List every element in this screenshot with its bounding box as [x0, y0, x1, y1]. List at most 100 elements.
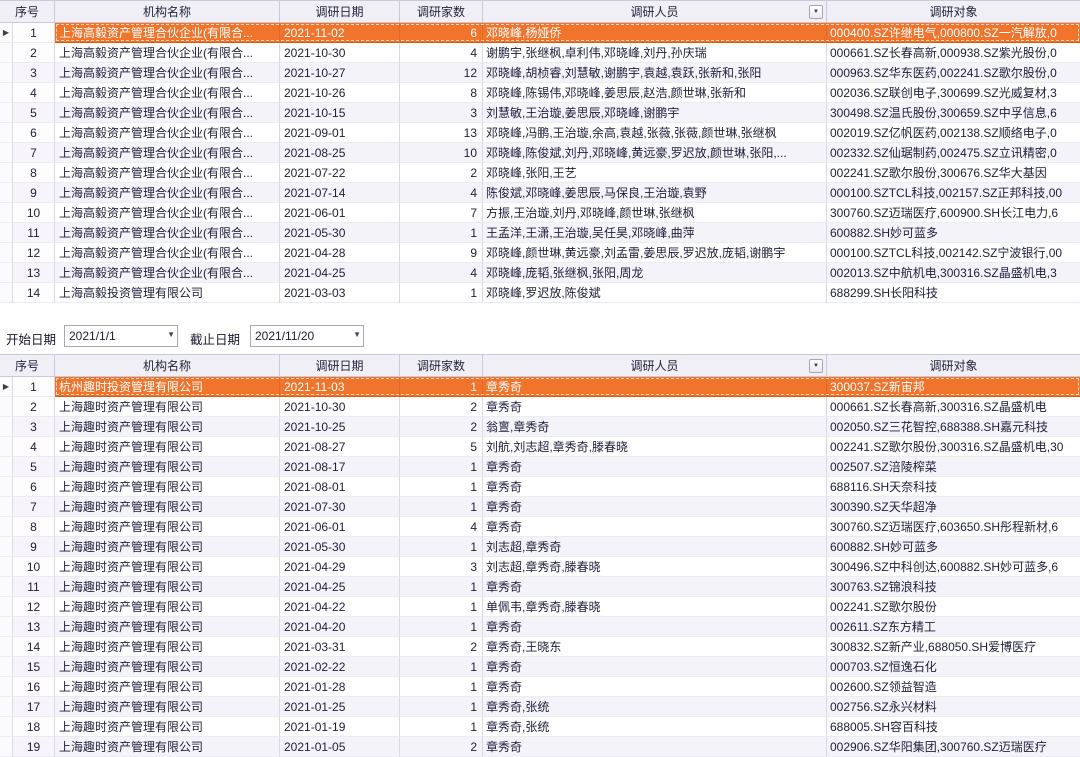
row-seq[interactable]: 18: [13, 717, 55, 737]
row-target[interactable]: 300760.SZ迈瑞医疗,603650.SH彤程新材,6: [827, 517, 1080, 537]
col-header-target[interactable]: 调研对象: [827, 355, 1080, 376]
col-header-people[interactable]: 调研人员 ▼: [483, 355, 827, 376]
row-org[interactable]: 上海高毅资产管理合伙企业(有限合...: [55, 143, 280, 163]
table-row[interactable]: 11 上海高毅资产管理合伙企业(有限合... 2021-05-30 1 王孟洋,王潇,王…: [0, 223, 1080, 243]
row-date[interactable]: 2021-09-01: [280, 123, 400, 143]
row-seq[interactable]: 12: [13, 597, 55, 617]
row-count[interactable]: 3: [400, 557, 483, 577]
table-row[interactable]: 4 上海高毅资产管理合伙企业(有限合... 2021-10-26 8 邓晓峰,陈锡伟,邓…: [0, 83, 1080, 103]
row-seq[interactable]: 13: [13, 617, 55, 637]
table-row[interactable]: ▶ 1 杭州趣时投资管理有限公司 2021-11-03 1 章秀奇 300037.SZ新宙邦: [0, 377, 1080, 397]
row-org[interactable]: 上海趣时资产管理有限公司: [55, 697, 280, 717]
row-target[interactable]: 300763.SZ锦浪科技: [827, 577, 1080, 597]
col-header-count[interactable]: 调研家数: [400, 1, 483, 22]
table-row[interactable]: 5 上海高毅资产管理合伙企业(有限合... 2021-10-15 3 刘慧敏,王治璇,姜…: [0, 103, 1080, 123]
row-count[interactable]: 6: [400, 23, 483, 43]
row-org[interactable]: 上海高毅资产管理合伙企业(有限合...: [55, 243, 280, 263]
row-seq[interactable]: 8: [13, 517, 55, 537]
row-count[interactable]: 1: [400, 717, 483, 737]
row-count[interactable]: 1: [400, 497, 483, 517]
row-seq[interactable]: 4: [13, 437, 55, 457]
row-org[interactable]: 上海趣时资产管理有限公司: [55, 717, 280, 737]
row-seq[interactable]: 2: [13, 397, 55, 417]
row-people[interactable]: 刘慧敏,王治璇,姜思辰,邓晓峰,谢鹏宇: [483, 103, 827, 123]
row-date[interactable]: 2021-01-05: [280, 737, 400, 757]
row-date[interactable]: 2021-10-30: [280, 43, 400, 63]
row-org[interactable]: 上海趣时资产管理有限公司: [55, 457, 280, 477]
col-header-seq[interactable]: 序号: [0, 355, 55, 376]
row-date[interactable]: 2021-07-30: [280, 497, 400, 517]
row-count[interactable]: 2: [400, 637, 483, 657]
table-row[interactable]: 3 上海高毅资产管理合伙企业(有限合... 2021-10-27 12 邓晓峰,胡桢睿,…: [0, 63, 1080, 83]
row-count[interactable]: 1: [400, 283, 483, 303]
row-date[interactable]: 2021-10-30: [280, 397, 400, 417]
row-count[interactable]: 13: [400, 123, 483, 143]
row-target[interactable]: 002906.SZ华阳集团,300760.SZ迈瑞医疗: [827, 737, 1080, 757]
row-count[interactable]: 8: [400, 83, 483, 103]
row-date[interactable]: 2021-01-19: [280, 717, 400, 737]
row-seq[interactable]: 3: [13, 417, 55, 437]
row-org[interactable]: 上海趣时资产管理有限公司: [55, 557, 280, 577]
row-date[interactable]: 2021-07-14: [280, 183, 400, 203]
row-org[interactable]: 上海高毅资产管理合伙企业(有限合...: [55, 23, 280, 43]
row-seq[interactable]: 17: [13, 697, 55, 717]
row-org[interactable]: 上海趣时资产管理有限公司: [55, 657, 280, 677]
row-date[interactable]: 2021-08-01: [280, 477, 400, 497]
row-target[interactable]: 300498.SZ温氏股份,300659.SZ中孚信息,6: [827, 103, 1080, 123]
row-seq[interactable]: 7: [13, 497, 55, 517]
row-count[interactable]: 1: [400, 617, 483, 637]
chevron-down-icon[interactable]: ▼: [167, 331, 175, 339]
row-org[interactable]: 上海趣时资产管理有限公司: [55, 517, 280, 537]
table-row[interactable]: 7 上海高毅资产管理合伙企业(有限合... 2021-08-25 10 邓晓峰,陈俊斌,…: [0, 143, 1080, 163]
row-seq[interactable]: 3: [13, 63, 55, 83]
table-row[interactable]: 5 上海趣时资产管理有限公司 2021-08-17 1 章秀奇 002507.SZ涪陵榨菜: [0, 457, 1080, 477]
row-seq[interactable]: 10: [13, 203, 55, 223]
row-org[interactable]: 上海高毅资产管理合伙企业(有限合...: [55, 223, 280, 243]
row-seq[interactable]: 5: [13, 457, 55, 477]
table-row[interactable]: ▶ 1 上海高毅资产管理合伙企业(有限合... 2021-11-02 6 邓晓峰,杨娅侨 0…: [0, 23, 1080, 43]
row-target[interactable]: 000100.SZTCL科技,002142.SZ宁波银行,00: [827, 243, 1080, 263]
table-row[interactable]: 3 上海趣时资产管理有限公司 2021-10-25 2 翁亶,章秀奇 002050.SZ三…: [0, 417, 1080, 437]
row-seq[interactable]: 11: [13, 223, 55, 243]
row-people[interactable]: 翁亶,章秀奇: [483, 417, 827, 437]
row-people[interactable]: 章秀奇: [483, 577, 827, 597]
row-count[interactable]: 4: [400, 517, 483, 537]
row-target[interactable]: 300496.SZ中科创达,600882.SH妙可蓝多,6: [827, 557, 1080, 577]
row-date[interactable]: 2021-04-29: [280, 557, 400, 577]
row-date[interactable]: 2021-10-27: [280, 63, 400, 83]
row-people[interactable]: 章秀奇: [483, 617, 827, 637]
row-people[interactable]: 邓晓峰,杨娅侨: [483, 23, 827, 43]
col-header-target[interactable]: 调研对象: [827, 1, 1080, 22]
row-seq[interactable]: 6: [13, 123, 55, 143]
table-row[interactable]: 11 上海趣时资产管理有限公司 2021-04-25 1 章秀奇 300763.SZ锦浪科…: [0, 577, 1080, 597]
row-org[interactable]: 上海高毅投资管理有限公司: [55, 283, 280, 303]
row-target[interactable]: 002756.SZ永兴材料: [827, 697, 1080, 717]
row-target[interactable]: 000400.SZ许继电气,000800.SZ一汽解放,0: [827, 23, 1080, 43]
row-people[interactable]: 邓晓峰,胡桢睿,刘慧敏,谢鹏宇,袁越,袁跃,张新和,张阳: [483, 63, 827, 83]
row-people[interactable]: 谢鹏宇,张继枫,卓利伟,邓晓峰,刘丹,孙庆瑞: [483, 43, 827, 63]
row-seq[interactable]: 5: [13, 103, 55, 123]
row-date[interactable]: 2021-04-22: [280, 597, 400, 617]
row-date[interactable]: 2021-01-28: [280, 677, 400, 697]
row-seq[interactable]: 12: [13, 243, 55, 263]
row-date[interactable]: 2021-04-25: [280, 577, 400, 597]
table-row[interactable]: 6 上海趣时资产管理有限公司 2021-08-01 1 章秀奇 688116.SH天奈科技: [0, 477, 1080, 497]
table-row[interactable]: 2 上海高毅资产管理合伙企业(有限合... 2021-10-30 4 谢鹏宇,张继枫,卓…: [0, 43, 1080, 63]
row-date[interactable]: 2021-05-30: [280, 223, 400, 243]
row-org[interactable]: 上海趣时资产管理有限公司: [55, 397, 280, 417]
col-header-org[interactable]: 机构名称: [55, 1, 280, 22]
row-people[interactable]: 章秀奇: [483, 657, 827, 677]
table-row[interactable]: 8 上海趣时资产管理有限公司 2021-06-01 4 章秀奇 300760.SZ迈瑞医疗…: [0, 517, 1080, 537]
col-header-org[interactable]: 机构名称: [55, 355, 280, 376]
row-count[interactable]: 12: [400, 63, 483, 83]
row-date[interactable]: 2021-06-01: [280, 517, 400, 537]
col-header-people[interactable]: 调研人员 ▼: [483, 1, 827, 22]
row-date[interactable]: 2021-08-25: [280, 143, 400, 163]
row-date[interactable]: 2021-08-27: [280, 437, 400, 457]
row-target[interactable]: 002013.SZ中航机电,300316.SZ晶盛机电,3: [827, 263, 1080, 283]
table-row[interactable]: 19 上海趣时资产管理有限公司 2021-01-05 2 章秀奇 002906.SZ华阳集…: [0, 737, 1080, 757]
row-people[interactable]: 王孟洋,王潇,王治璇,吴任昊,邓晓峰,曲萍: [483, 223, 827, 243]
table-row[interactable]: 10 上海趣时资产管理有限公司 2021-04-29 3 刘志超,章秀奇,滕春晓 3004…: [0, 557, 1080, 577]
row-count[interactable]: 1: [400, 457, 483, 477]
col-header-seq[interactable]: 序号: [0, 1, 55, 22]
